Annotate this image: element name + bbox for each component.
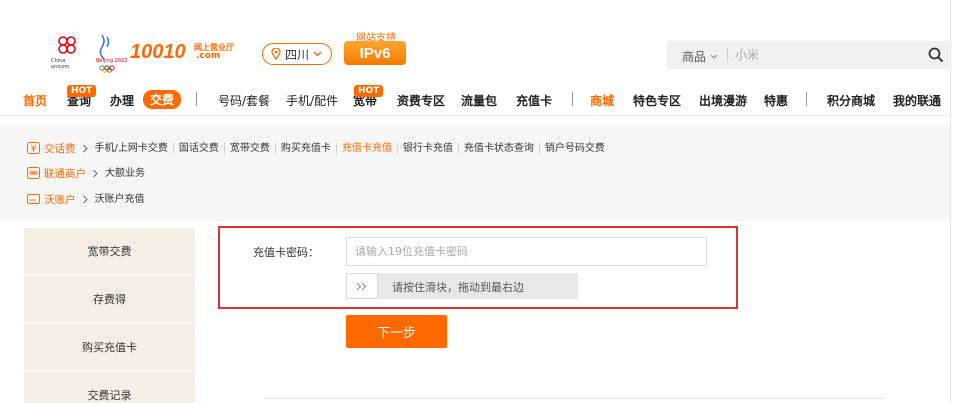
- card-password-input[interactable]: [346, 237, 707, 266]
- chevron-right-icon: [93, 169, 98, 177]
- search-category-label: 商品: [682, 50, 707, 64]
- slider-handle[interactable]: [346, 273, 378, 299]
- crumb-link-closed-number[interactable]: 销户号码交费: [540, 143, 610, 154]
- svg-text:Beijing 2022: Beijing 2022: [96, 58, 127, 64]
- nav-points-mall[interactable]: 积分商城: [827, 92, 875, 109]
- search-input[interactable]: [731, 45, 911, 65]
- location-label: 四川: [285, 47, 310, 62]
- nav-divider: [572, 92, 573, 106]
- svg-text:unicom: unicom: [51, 64, 70, 70]
- crumb-link-buy-card[interactable]: 购买充值卡: [276, 142, 337, 154]
- side-item-buy-card[interactable]: 购买充值卡: [24, 324, 195, 371]
- crumb-link-landline-payment[interactable]: 固话交费: [174, 142, 225, 154]
- merchant-icon: [27, 167, 40, 179]
- nav-data-packs[interactable]: 流量包: [461, 92, 497, 109]
- search-icon[interactable]: [928, 47, 944, 63]
- card-password-label: 充值卡密码：: [253, 246, 319, 259]
- svg-text:wo: wo: [29, 198, 36, 203]
- side-item-deposit-bonus[interactable]: 存费得: [24, 276, 195, 323]
- crumb-lead-merchant[interactable]: 联通商户: [44, 166, 86, 181]
- nav-broadband[interactable]: HOT 宽带: [353, 85, 384, 109]
- ipv6-label: IPv6: [344, 41, 406, 65]
- crumb-row-phone-bill: 交话费 手机/上网卡交费 固话交费 宽带交费 购买充值卡 充值卡充值 银行卡充值…: [27, 140, 610, 156]
- crumb-link-broadband-payment[interactable]: 宽带交费: [225, 142, 276, 154]
- hot-badge: HOT: [67, 85, 97, 98]
- nav-home[interactable]: 首页: [23, 92, 47, 109]
- nav-deals[interactable]: 特惠: [764, 92, 788, 109]
- china-unicom-logo[interactable]: China unicom Beijing 2022 10010 网上营业厅 .c…: [50, 29, 255, 75]
- nav-roaming[interactable]: 出境漫游: [699, 92, 747, 109]
- main-nav: 首页 HOT 查询 办理 交费 号码/套餐 手机/配件 HOT 宽带 资费专区 …: [0, 85, 950, 115]
- nav-divider-line: [0, 115, 950, 116]
- crumb-link-card-status[interactable]: 充值卡状态查询: [459, 142, 540, 154]
- location-pin-icon: [271, 48, 281, 60]
- search-bar: 商品: [667, 41, 949, 69]
- crumb-lead-wo-account[interactable]: 沃账户: [44, 192, 76, 207]
- nav-payment[interactable]: 交费: [143, 90, 182, 109]
- location-selector[interactable]: 四川: [262, 43, 332, 65]
- page-edge-divider: [950, 0, 951, 403]
- nav-handle[interactable]: 办理: [110, 92, 134, 109]
- crumb-lead-phone-bill[interactable]: 交话费: [44, 141, 76, 156]
- nav-tariff-zone[interactable]: 资费专区: [397, 92, 445, 109]
- nav-divider: [196, 92, 197, 106]
- search-category-dropdown[interactable]: 商品: [682, 48, 718, 65]
- ipv6-badge: 网站支持 IPv6: [344, 29, 408, 67]
- slide-verify[interactable]: 请按住滑块，拖动到最右边: [346, 273, 578, 299]
- crumb-link-card-recharge[interactable]: 充值卡充值: [337, 142, 398, 154]
- search-divider: [727, 48, 728, 62]
- nav-recharge-card[interactable]: 充值卡: [516, 92, 552, 109]
- next-step-button[interactable]: 下一步: [346, 315, 447, 348]
- yen-icon: [27, 142, 40, 154]
- logo-10010-text: 10010: [130, 41, 186, 63]
- double-chevron-right-icon: [356, 282, 367, 290]
- side-item-payment-history[interactable]: 交费记录: [24, 372, 195, 403]
- crumb-link-mobile-payment[interactable]: 手机/上网卡交费: [95, 142, 174, 154]
- wo-account-icon: wo: [27, 194, 40, 204]
- side-item-broadband-payment[interactable]: 宽带交费: [24, 228, 195, 275]
- chevron-down-icon: [710, 54, 718, 59]
- nav-query[interactable]: HOT 查询: [67, 85, 97, 109]
- page: China unicom Beijing 2022 10010 网上营业厅 .c…: [0, 0, 957, 403]
- chevron-right-icon: [82, 195, 88, 203]
- nav-phones-accessories[interactable]: 手机/配件: [286, 92, 338, 109]
- nav-special-zone[interactable]: 特色专区: [633, 92, 681, 109]
- chevron-down-icon: [313, 51, 322, 57]
- payment-category-panel: 交话费 手机/上网卡交费 固话交费 宽带交费 购买充值卡 充值卡充值 银行卡充值…: [0, 125, 950, 221]
- nav-numbers-plans[interactable]: 号码/套餐: [218, 92, 270, 109]
- crumb-row-merchant: 联通商户 大额业务: [27, 165, 150, 181]
- chevron-right-icon: [82, 144, 88, 152]
- crumb-link-bulk-business[interactable]: 大额业务: [105, 168, 150, 179]
- side-menu: 宽带交费 存费得 购买充值卡 交费记录: [24, 228, 195, 403]
- content-divider: [264, 398, 884, 399]
- hot-badge: HOT: [354, 85, 384, 98]
- nav-my-unicom[interactable]: 我的联通: [893, 92, 941, 109]
- nav-divider: [806, 92, 807, 106]
- nav-mall[interactable]: 商城: [590, 92, 614, 109]
- slider-hint: 请按住滑块，拖动到最右边: [392, 281, 524, 294]
- logo-subtitle-bottom: .com: [196, 51, 221, 61]
- crumb-link-wo-recharge[interactable]: 沃账户充值: [95, 194, 150, 205]
- crumb-link-bank-card-recharge[interactable]: 银行卡充值: [398, 142, 459, 154]
- crumb-row-wo-account: wo 沃账户 沃账户充值: [27, 191, 150, 207]
